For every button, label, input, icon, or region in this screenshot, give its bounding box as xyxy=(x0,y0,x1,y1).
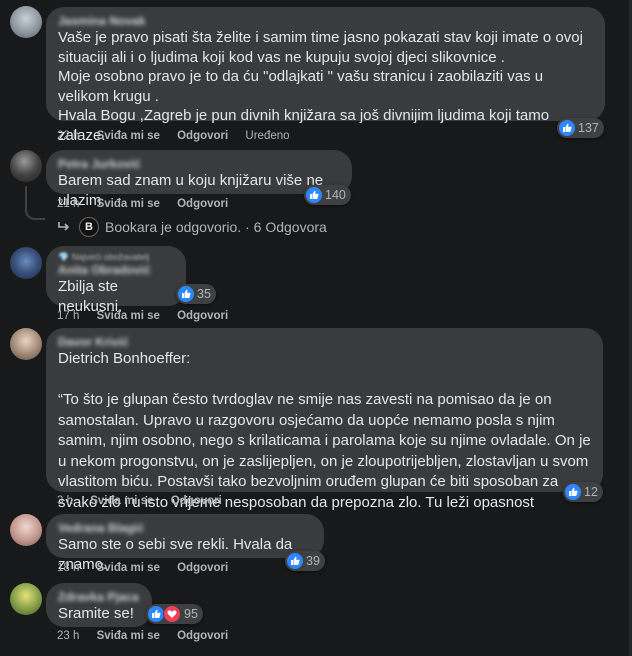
comment-actions: 21 h Sviđa mi se Odgovori xyxy=(57,198,242,210)
top-fan-badge: 💎 Najveći obožavatelj xyxy=(58,252,174,263)
comment-bubble: 💎 Najveći obožavatelj Anita Obradović Zb… xyxy=(46,246,186,315)
reply-button[interactable]: Odgovori xyxy=(177,130,228,142)
heart-icon xyxy=(163,605,181,623)
comment-bubble: Zdravka Pjaca Sramite se! xyxy=(46,583,152,627)
page-avatar: B xyxy=(79,217,99,237)
comment-time[interactable]: 21 h xyxy=(57,198,79,210)
reaction-number: 12 xyxy=(584,485,598,499)
comment-text: Vaše je pravo pisati šta želite i samim … xyxy=(58,29,583,144)
reaction-count[interactable]: 140 xyxy=(304,185,351,205)
like-button[interactable]: Sviđa mi se xyxy=(97,630,160,642)
comment-author[interactable]: Jasmina Novak xyxy=(58,14,593,28)
like-button[interactable]: Sviđa mi se xyxy=(97,310,160,322)
comment-actions: 3 h Sviđa mi se Odgovori xyxy=(57,495,236,507)
badge-label: Najveći obožavatelj xyxy=(71,252,150,262)
comment-author[interactable]: Zdravka Pjaca xyxy=(58,590,140,604)
avatar[interactable] xyxy=(10,150,42,182)
thread-line-curve xyxy=(25,206,45,220)
reaction-number: 137 xyxy=(578,121,599,135)
avatar[interactable] xyxy=(10,6,42,38)
reaction-count[interactable]: 12 xyxy=(563,482,603,502)
comment-author[interactable]: Davor Krivić xyxy=(58,335,591,349)
reply-arrow-icon xyxy=(58,222,70,231)
reaction-number: 95 xyxy=(184,607,198,621)
comment-actions: 22 h Sviđa mi se Odgovori Uređeno xyxy=(57,130,304,142)
like-icon xyxy=(559,120,575,136)
comment-author[interactable]: Vedrana Blagić xyxy=(58,521,312,535)
avatar[interactable] xyxy=(10,328,42,360)
like-button[interactable]: Sviđa mi se xyxy=(97,562,160,574)
comment-bubble: Vedrana Blagić Samo ste o sebi sve rekli… xyxy=(46,514,324,573)
reply-button[interactable]: Odgovori xyxy=(171,495,222,507)
comment-bubble: Jasmina Novak Vaše je pravo pisati šta ž… xyxy=(46,7,605,144)
reaction-number: 35 xyxy=(197,287,211,301)
like-button[interactable]: Sviđa mi se xyxy=(90,495,153,507)
avatar[interactable] xyxy=(10,514,42,546)
reply-button[interactable]: Odgovori xyxy=(177,198,228,210)
avatar[interactable] xyxy=(10,583,42,615)
like-icon xyxy=(178,286,194,302)
like-icon xyxy=(565,484,581,500)
reply-button[interactable]: Odgovori xyxy=(177,310,228,322)
avatar[interactable] xyxy=(10,247,42,279)
comment-actions: 17 h Sviđa mi se Odgovori xyxy=(57,310,242,322)
reaction-count[interactable]: 137 xyxy=(557,118,604,138)
like-icon xyxy=(306,187,322,203)
reaction-count[interactable]: 35 xyxy=(176,284,216,304)
comment-time[interactable]: 3 h xyxy=(57,495,73,507)
comment-time[interactable]: 22 h xyxy=(57,130,79,142)
comment-author[interactable]: Anita Obradović xyxy=(58,263,174,277)
reaction-number: 140 xyxy=(325,188,346,202)
reaction-count[interactable]: 95 xyxy=(146,604,203,624)
comment-text: Sramite se! xyxy=(58,605,134,622)
reaction-number: 39 xyxy=(306,554,320,568)
edited-label[interactable]: Uređeno xyxy=(245,130,289,142)
like-icon xyxy=(148,606,164,622)
comment-bubble: Davor Krivić Dietrich Bonhoeffer: “To št… xyxy=(46,328,603,531)
like-icon xyxy=(287,553,303,569)
comment-time[interactable]: 17 h xyxy=(57,310,79,322)
view-replies-link[interactable]: B Bookara je odgovorio. · 6 Odgovora xyxy=(57,217,327,237)
replies-text[interactable]: Bookara je odgovorio. · 6 Odgovora xyxy=(105,219,327,235)
diamond-icon: 💎 xyxy=(58,252,70,262)
comment-actions: 18 h Sviđa mi se Odgovori xyxy=(57,562,242,574)
comment-actions: 23 h Sviđa mi se Odgovori xyxy=(57,630,242,642)
reply-button[interactable]: Odgovori xyxy=(177,562,228,574)
reaction-count[interactable]: 39 xyxy=(285,551,325,571)
comment-time[interactable]: 23 h xyxy=(57,630,79,642)
like-button[interactable]: Sviđa mi se xyxy=(97,198,160,210)
comment-time[interactable]: 18 h xyxy=(57,562,79,574)
reply-button[interactable]: Odgovori xyxy=(177,630,228,642)
like-button[interactable]: Sviđa mi se xyxy=(97,130,160,142)
comment-author[interactable]: Petra Jurković xyxy=(58,157,340,171)
